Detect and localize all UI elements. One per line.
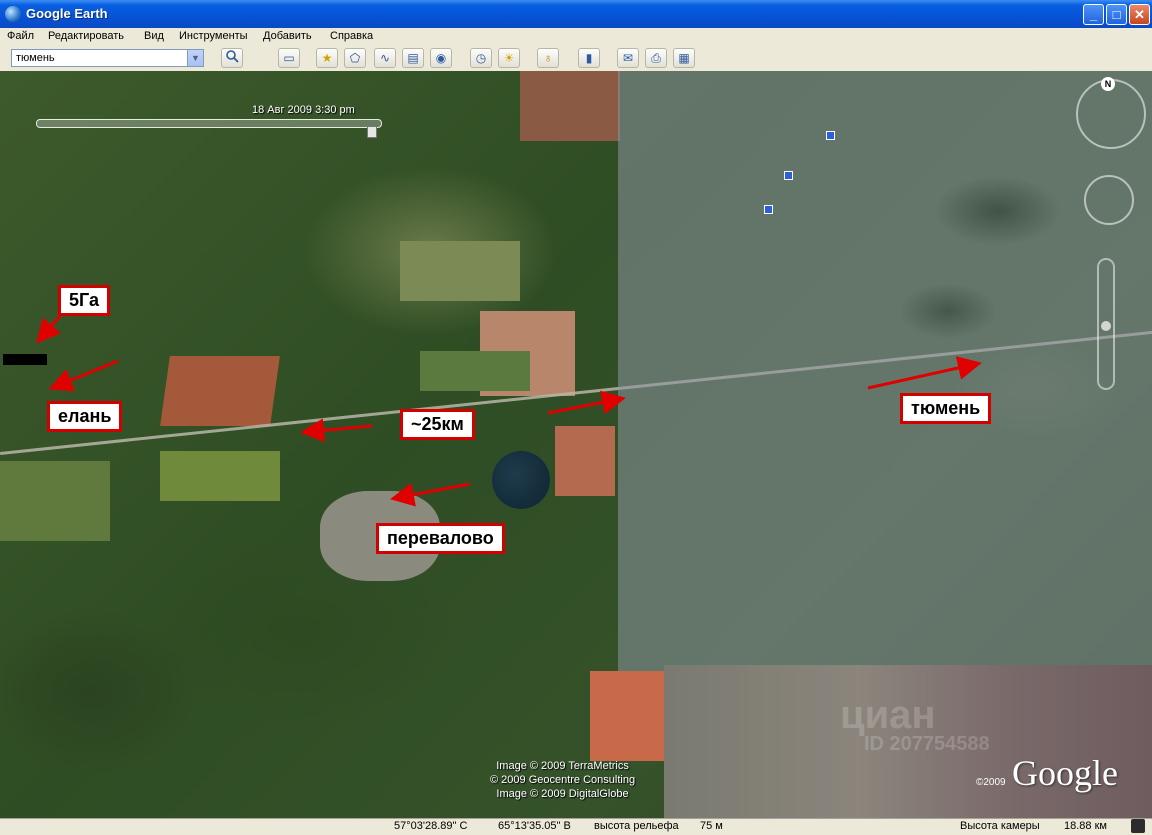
minimize-button[interactable]: _ <box>1083 4 1104 25</box>
record-tour-button[interactable]: ◉ <box>430 48 452 68</box>
add-path-button[interactable]: ∿ <box>374 48 396 68</box>
envelope-icon: ✉ <box>622 51 634 65</box>
overlay-icon: ▤ <box>407 51 419 65</box>
elevation-label: высота рельефа <box>594 820 679 832</box>
menu-help[interactable]: Справка <box>330 30 373 42</box>
sidebar-icon: ▭ <box>283 51 295 65</box>
status-bar: 57°03'28.89" С 65°13'35.05" В высота рел… <box>0 818 1152 835</box>
pushpin-icon: ★ <box>321 51 333 65</box>
camera-altitude-label: Высота камеры <box>960 820 1040 832</box>
label-5ga: 5Га <box>58 285 110 316</box>
map-icon: ▦ <box>678 51 690 65</box>
streaming-indicator-icon <box>1131 819 1145 833</box>
label-tyumen: тюмень <box>900 393 992 424</box>
google-earth-app-icon <box>5 6 21 22</box>
arrow-distance-west <box>300 418 373 443</box>
search-dropdown-icon[interactable]: ▼ <box>187 50 203 66</box>
planet-icon: ♁ <box>543 51 553 65</box>
ruler-icon: ▮ <box>585 51 593 65</box>
sun-icon: ☀ <box>503 51 515 65</box>
label-distance: ~25км <box>400 409 475 440</box>
menu-file[interactable]: Файл <box>7 30 34 42</box>
search-input[interactable]: тюмень ▼ <box>11 49 204 67</box>
map-view[interactable]: 18 Авг 2009 3:30 pm N 5Га елань ~25км пе… <box>0 71 1152 818</box>
longitude-readout: 65°13'35.05" В <box>498 820 571 832</box>
attribution-line: Image © 2009 TerraMetrics <box>496 760 629 772</box>
annotation-arrows <box>36 315 982 507</box>
menu-view[interactable]: Вид <box>144 30 164 42</box>
label-elan: елань <box>47 401 123 432</box>
arrow-to-perevalovo <box>390 482 471 507</box>
tour-icon: ◉ <box>435 51 447 65</box>
add-polygon-button[interactable]: ⬠ <box>344 48 366 68</box>
search-value: тюмень <box>16 52 55 64</box>
google-logo: Google <box>1012 753 1118 793</box>
label-perevalovo: перевалово <box>376 523 505 554</box>
latitude-readout: 57°03'28.89" С <box>394 820 468 832</box>
ruler-button[interactable]: ▮ <box>578 48 600 68</box>
historical-imagery-button[interactable]: ◷ <box>470 48 492 68</box>
printer-icon: ⎙ <box>651 51 661 65</box>
menu-bar: Файл Редактировать Вид Инструменты Добав… <box>0 28 1152 46</box>
watermark-id: ID 207754588 <box>864 733 990 755</box>
arrow-distance-east <box>547 390 626 415</box>
polygon-icon: ⬠ <box>349 51 361 65</box>
toolbar: тюмень ▼ ▭ ★ ⬠ ∿ ▤ ◉ ◷ ☀ ♁ ▮ ✉ ⎙ ▦ <box>0 46 1152 72</box>
close-button[interactable]: ✕ <box>1129 4 1150 25</box>
add-placemark-button[interactable]: ★ <box>316 48 338 68</box>
camera-altitude-value: 18.88 км <box>1064 820 1107 832</box>
imagery-attribution: Image © 2009 TerraMetrics © 2009 Geocent… <box>490 759 635 801</box>
magnifier-icon <box>226 50 239 63</box>
add-overlay-button[interactable]: ▤ <box>402 48 424 68</box>
print-button[interactable]: ⎙ <box>645 48 667 68</box>
plot-marker <box>3 354 47 365</box>
view-in-maps-button[interactable]: ▦ <box>673 48 695 68</box>
sidebar-toggle-button[interactable]: ▭ <box>278 48 300 68</box>
arrow-to-elan <box>48 359 119 392</box>
title-bar: Google Earth _ □ ✕ <box>0 0 1152 28</box>
watermark-brand: циан <box>840 693 936 737</box>
switch-planet-button[interactable]: ♁ <box>537 48 559 68</box>
window-title: Google Earth <box>26 6 108 21</box>
menu-add[interactable]: Добавить <box>263 30 312 42</box>
path-icon: ∿ <box>379 51 391 65</box>
clock-icon: ◷ <box>475 51 487 65</box>
email-button[interactable]: ✉ <box>617 48 639 68</box>
attribution-line: Image © 2009 DigitalGlobe <box>496 788 629 800</box>
arrow-to-5ga-plot <box>36 315 62 344</box>
attribution-line: © 2009 Geocentre Consulting <box>490 774 636 786</box>
sunlight-button[interactable]: ☀ <box>498 48 520 68</box>
maximize-button[interactable]: □ <box>1106 4 1127 25</box>
elevation-value: 75 м <box>700 820 723 832</box>
arrow-to-tyumen <box>867 356 982 390</box>
menu-tools[interactable]: Инструменты <box>179 30 248 42</box>
menu-edit[interactable]: Редактировать <box>48 30 124 42</box>
search-button[interactable] <box>221 48 243 68</box>
copyright-year: ©2009 <box>976 777 1006 788</box>
